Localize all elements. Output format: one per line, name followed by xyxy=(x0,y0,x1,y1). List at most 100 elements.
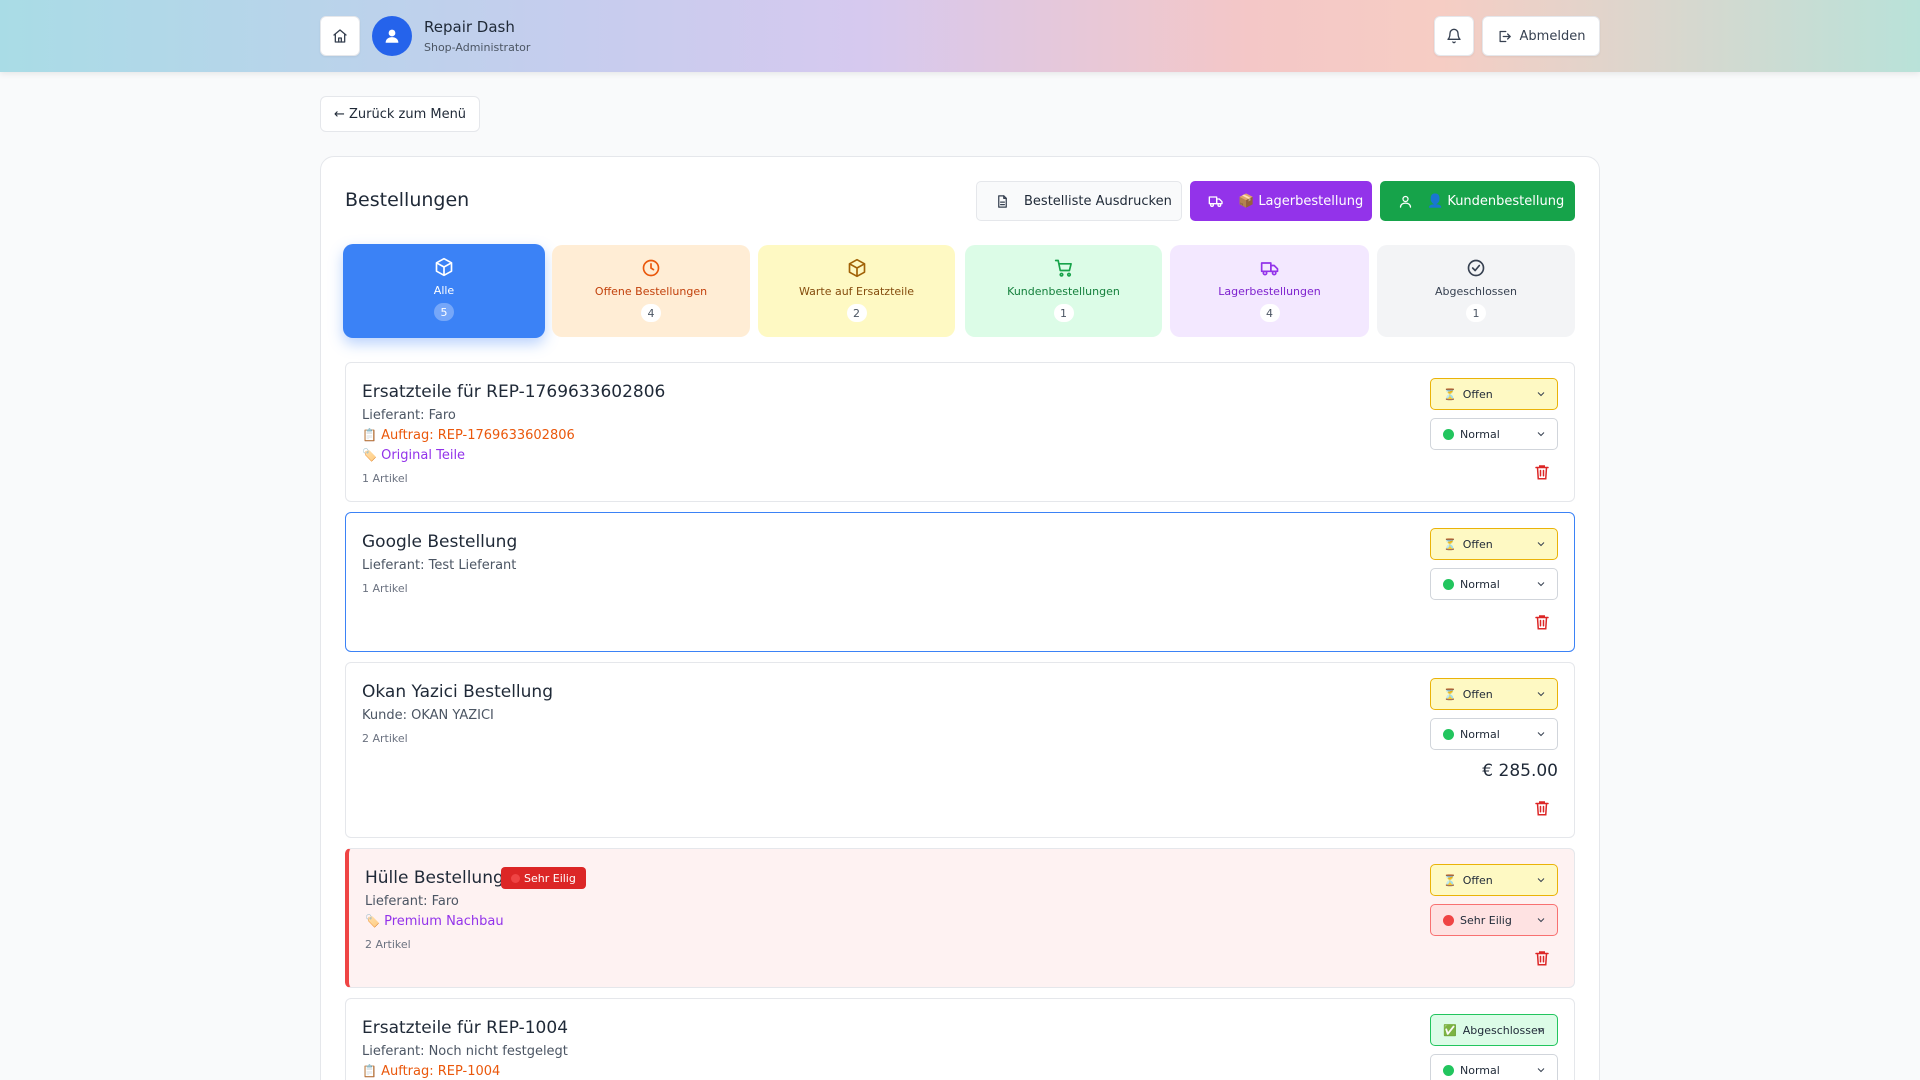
order-card[interactable] xyxy=(345,512,1575,652)
green-dot-icon xyxy=(1443,728,1454,740)
order-item-count: 1 Artikel xyxy=(362,582,408,595)
user-icon xyxy=(1399,195,1412,208)
order-category: 🏷️ Premium Nachbau xyxy=(365,914,504,929)
logout-label: Abmelden xyxy=(1519,28,1586,44)
chevron-down-icon xyxy=(1537,1068,1545,1073)
trash-icon[interactable] xyxy=(1533,613,1551,631)
new-stock-order-button[interactable]: 📦 Lagerbestellung xyxy=(1190,181,1372,221)
priority-value: Normal xyxy=(1460,727,1500,741)
tag-icon: 🏷️ xyxy=(365,914,380,928)
order-category: 🏷️ Original Teile xyxy=(362,448,465,463)
notifications-button[interactable] xyxy=(1434,16,1474,56)
back-to-menu-button[interactable]: ← Zurück zum Menü xyxy=(320,96,480,132)
order-reference[interactable]: 📋 Auftrag: REP-1769633602806 xyxy=(362,428,575,443)
package-icon xyxy=(435,257,453,277)
chevron-down-icon xyxy=(1537,732,1545,737)
priority-value: Sehr Eilig xyxy=(1460,913,1512,927)
order-category-text: Original Teile xyxy=(381,448,466,463)
order-supplier: Lieferant: Noch nicht festgelegt xyxy=(362,1044,568,1059)
chevron-down-icon xyxy=(1537,1028,1545,1033)
customer-order-label: 👤 Kundenbestellung xyxy=(1427,193,1565,209)
clipboard-icon: 📋 xyxy=(362,1064,377,1078)
chevron-down-icon xyxy=(1537,432,1545,437)
tab-count: 1 xyxy=(1466,304,1486,322)
logout-button[interactable]: Abmelden xyxy=(1482,16,1600,56)
user-icon xyxy=(385,29,399,43)
check-box-icon: ✅ xyxy=(1443,1023,1457,1037)
chevron-down-icon xyxy=(1537,392,1545,397)
tab-count: 4 xyxy=(1259,304,1280,322)
order-reference-text: Auftrag: REP-1769633602806 xyxy=(381,428,575,443)
hourglass-icon: ⏳ xyxy=(1443,387,1457,401)
trash-icon[interactable] xyxy=(1533,463,1551,481)
tab-waiting-parts[interactable]: Warte auf Ersatzteile 2 xyxy=(758,245,955,337)
order-title: Ersatzteile für REP-1004 xyxy=(362,1018,569,1038)
order-item-count: 1 Artikel xyxy=(362,472,408,485)
green-dot-icon xyxy=(1443,1064,1454,1076)
tab-completed[interactable]: Abgeschlossen 1 xyxy=(1377,245,1575,337)
urgent-badge-text: Sehr Eilig xyxy=(524,871,576,885)
tab-open-orders[interactable]: Offene Bestellungen 4 xyxy=(552,245,750,337)
order-supplier: Lieferant: Test Lieferant xyxy=(362,558,517,573)
priority-select[interactable]: Normal xyxy=(1430,718,1558,750)
home-button[interactable] xyxy=(320,16,360,56)
red-dot-icon xyxy=(1443,914,1454,926)
truck-icon xyxy=(1260,262,1278,276)
print-label: Bestelliste Ausdrucken xyxy=(1024,193,1172,209)
urgent-badge: Sehr Eilig xyxy=(501,867,586,889)
status-select[interactable]: ⏳ Offen xyxy=(1430,528,1558,560)
status-select[interactable]: ⏳ Offen xyxy=(1430,378,1558,410)
clock-icon xyxy=(642,259,660,277)
order-title: Okan Yazici Bestellung xyxy=(362,682,553,702)
order-supplier: Lieferant: Faro xyxy=(365,894,459,909)
hourglass-icon: ⏳ xyxy=(1443,687,1457,701)
chevron-down-icon xyxy=(1537,542,1545,547)
new-customer-order-button[interactable]: 👤 Kundenbestellung xyxy=(1380,181,1575,221)
status-value: Offen xyxy=(1462,687,1493,701)
tab-customer-orders[interactable]: Kundenbestellungen 1 xyxy=(965,245,1162,337)
green-dot-icon xyxy=(1443,578,1454,590)
tab-count: 2 xyxy=(846,304,867,322)
page-title: Bestellungen xyxy=(345,189,470,211)
red-dot-icon xyxy=(511,873,520,883)
priority-select[interactable]: Normal xyxy=(1430,568,1558,600)
status-select[interactable]: ✅ Abgeschlossen xyxy=(1430,1014,1558,1046)
truck-icon xyxy=(1208,196,1223,207)
tab-label: Abgeschlossen xyxy=(1435,285,1517,298)
order-item-count: 2 Artikel xyxy=(365,938,411,951)
bell-icon xyxy=(1447,28,1461,44)
tab-label: Lagerbestellungen xyxy=(1218,285,1321,298)
order-card[interactable] xyxy=(345,998,1575,1080)
check-circle-icon xyxy=(1467,259,1485,277)
logout-icon xyxy=(1499,30,1511,42)
tab-count: 4 xyxy=(641,304,661,322)
tab-all[interactable]: Alle 5 xyxy=(343,244,545,338)
status-value: Offen xyxy=(1462,537,1493,551)
status-select[interactable]: ⏳ Offen xyxy=(1430,864,1558,896)
tab-label: Alle xyxy=(433,284,455,297)
priority-value: Normal xyxy=(1460,427,1500,441)
package-icon xyxy=(848,258,865,278)
order-title: Ersatzteile für REP-1769633602806 xyxy=(362,382,666,402)
priority-select[interactable]: Normal xyxy=(1430,418,1558,450)
app-title: Repair Dash xyxy=(424,18,515,36)
hourglass-icon: ⏳ xyxy=(1443,537,1457,551)
trash-icon[interactable] xyxy=(1533,949,1551,967)
status-select[interactable]: ⏳ Offen xyxy=(1430,678,1558,710)
tab-count: 1 xyxy=(1053,304,1074,322)
status-value: Offen xyxy=(1462,873,1493,887)
priority-select[interactable]: Normal xyxy=(1430,1054,1558,1080)
order-reference[interactable]: 📋 Auftrag: REP-1004 xyxy=(362,1064,500,1079)
trash-icon[interactable] xyxy=(1533,799,1551,817)
print-order-list-button[interactable]: Bestelliste Ausdrucken xyxy=(976,181,1182,221)
app-header xyxy=(0,0,1920,72)
tab-stock-orders[interactable]: Lagerbestellungen 4 xyxy=(1170,245,1369,337)
tab-count: 5 xyxy=(434,303,454,321)
order-reference-text: Auftrag: REP-1004 xyxy=(381,1064,501,1079)
order-supplier: Lieferant: Faro xyxy=(362,408,456,423)
priority-value: Normal xyxy=(1460,577,1500,591)
user-role: Shop-Administrator xyxy=(424,41,531,54)
hourglass-icon: ⏳ xyxy=(1443,873,1457,887)
priority-select[interactable]: Sehr Eilig xyxy=(1430,904,1558,936)
home-icon xyxy=(333,29,347,43)
